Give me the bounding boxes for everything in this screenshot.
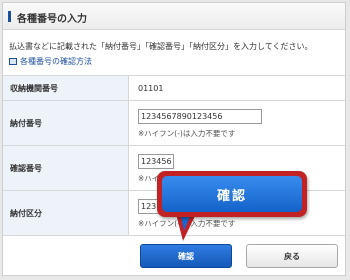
callout-pointer: [176, 212, 196, 241]
callout-label: 確認: [162, 176, 302, 212]
confirm-callout: 確認: [157, 171, 307, 217]
